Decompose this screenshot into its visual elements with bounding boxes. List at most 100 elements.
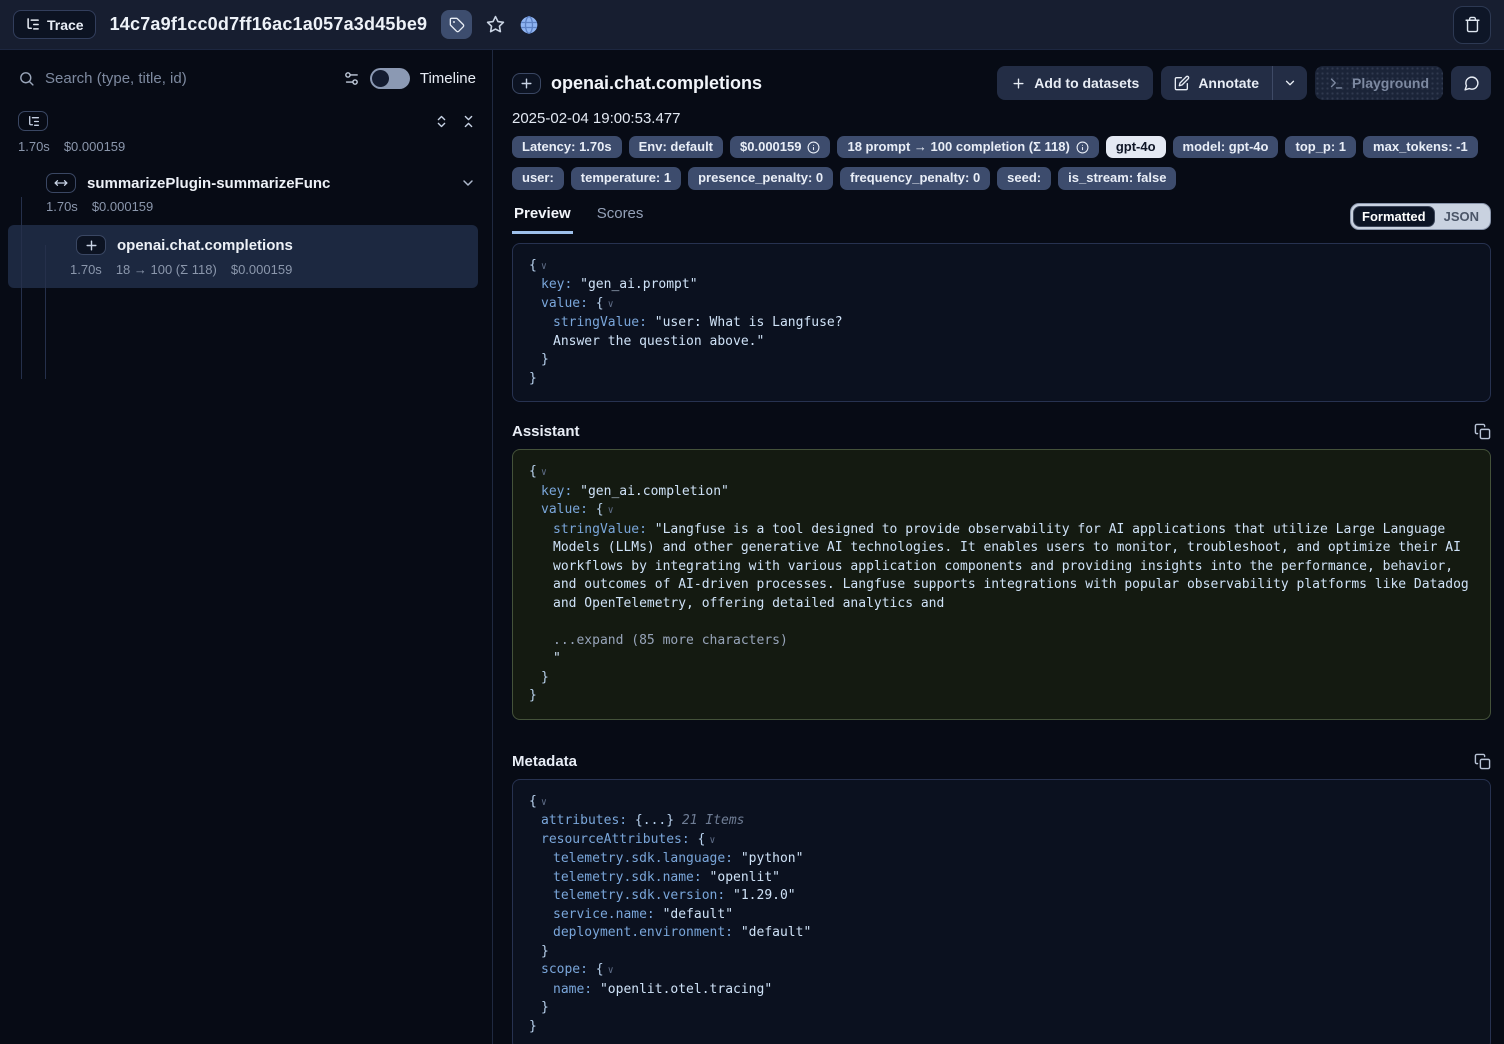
tags-button[interactable] [441,10,472,39]
code-token-str: "default" [663,907,733,922]
collapse-chevron-icon[interactable]: ∨ [541,467,547,478]
search-icon [18,70,35,87]
info-icon [807,141,820,154]
generation-icon [85,239,98,252]
code-token-punct: } [541,944,549,959]
copy-metadata-button[interactable] [1474,753,1491,770]
trace-tree-sidebar: Timeline 1.70s $0.000159 [0,50,493,1044]
code-token-str: "openlit" [710,870,780,885]
tab-preview[interactable]: Preview [512,205,573,234]
code-token-punct: { [596,962,604,977]
observation-timestamp: 2025-02-04 19:00:53.477 [512,110,1491,127]
tag-icon [449,17,465,33]
search-row: Timeline [0,50,492,99]
model-badge[interactable]: gpt-4o [1106,136,1166,158]
code-token-str: "user: What is Langfuse? [655,315,843,330]
code-token-key: service.name: [553,907,663,922]
model-params-row1: Latency: 1.70sEnv: default$0.00015918 pr… [512,136,1491,158]
code-token-key: telemetry.sdk.version: [553,888,733,903]
add-to-datasets-button[interactable]: Add to datasets [997,66,1153,100]
tree-settings-button[interactable] [343,70,360,87]
unfold-vertical-icon [434,114,449,129]
tree-node-generation-selected[interactable]: openai.chat.completions 1.70s 18 → 100 (… [8,225,478,288]
tree-guide-line [45,245,46,379]
plus-icon [1011,76,1026,91]
list-tree-icon [25,17,40,32]
topbar: Trace 14c7a9f1cc0d7ff16ac1a057a3d45be9 [0,0,1504,50]
copy-icon [1474,423,1491,440]
visibility-globe-button[interactable] [519,15,539,35]
span-collapse-chevron[interactable] [460,175,476,191]
param-badge: $0.000159 [730,136,830,158]
timeline-toggle[interactable] [370,68,410,89]
param-badge: 18 prompt → 100 completion (Σ 118) [837,136,1098,158]
trace-root-metrics: 1.70s $0.000159 [18,139,476,154]
collapse-chevron-icon[interactable]: ∨ [608,505,614,516]
code-token-punct: { [529,794,537,809]
trace-cost: $0.000159 [64,139,125,154]
collapse-all-button[interactable] [461,114,476,129]
code-token-meta: 21 Items [674,813,744,828]
code-token-punct: {...} [635,813,674,828]
param-badge: Env: default [629,136,723,158]
code-token-punct: { [529,464,537,479]
code-token-key: stringValue: [553,315,655,330]
span-cost: $0.000159 [92,199,153,214]
observation-header: openai.chat.completions Add to datasets … [512,66,1491,100]
generation-duration: 1.70s [70,262,102,277]
tree-node-span[interactable]: summarizePlugin-summarizeFunc [46,173,476,193]
code-token-key: deployment.environment: [553,925,741,940]
tree-root-row[interactable] [18,111,476,131]
bookmark-star-button[interactable] [486,15,505,34]
chevron-down-icon [1283,76,1297,90]
search-input[interactable] [45,70,333,87]
format-toggle-formatted[interactable]: Formatted [1353,206,1435,227]
expand-link[interactable]: ...expand (85 more characters) [553,633,788,648]
assistant-section-header: Assistant [512,423,1491,440]
terminal-icon [1329,76,1344,91]
globe-icon [519,15,539,35]
comments-button[interactable] [1451,66,1491,100]
delete-trace-button[interactable] [1453,6,1491,44]
annotate-button[interactable]: Annotate [1161,66,1272,100]
chevron-down-icon [460,175,476,191]
format-toggle-json[interactable]: JSON [1435,206,1488,227]
code-token-str: "openlit.otel.tracing" [600,982,772,997]
code-token-punct: } [541,670,549,685]
move-horizontal-icon [54,176,68,190]
collapse-chevron-icon[interactable]: ∨ [541,261,547,272]
tab-scores[interactable]: Scores [595,205,646,234]
code-token-str: "python" [741,851,804,866]
metadata-section-title: Metadata [512,753,577,770]
format-toggle: Formatted JSON [1350,203,1491,230]
metadata-section-header: Metadata [512,753,1491,770]
code-token-key: attributes: [541,813,635,828]
annotate-split-button: Annotate [1161,66,1307,100]
generation-cost: $0.000159 [231,262,292,277]
trace-badge-label: Trace [47,17,84,33]
copy-assistant-button[interactable] [1474,423,1491,440]
collapse-chevron-icon[interactable]: ∨ [541,797,547,808]
annotate-menu-button[interactable] [1272,66,1307,100]
code-token-punct: } [529,371,537,386]
generation-metrics: 1.70s 18 → 100 (Σ 118) $0.000159 [70,262,478,277]
generation-tokens: 18 → 100 (Σ 118) [116,262,217,277]
code-token-str: "gen_ai.prompt" [580,277,697,292]
code-token-key: telemetry.sdk.name: [553,870,710,885]
collapse-chevron-icon[interactable]: ∨ [608,299,614,310]
code-token-punct: } [529,1019,537,1034]
comment-bubble-icon [1463,75,1480,92]
code-token-key: resourceAttributes: [541,832,698,847]
generation-name: openai.chat.completions [117,237,293,254]
param-badge: model: gpt-4o [1173,136,1279,158]
expand-all-button[interactable] [434,114,449,129]
playground-button[interactable]: Playground [1315,66,1443,100]
param-badge: presence_penalty: 0 [688,167,833,189]
fold-vertical-icon [461,114,476,129]
collapse-chevron-icon[interactable]: ∨ [608,965,614,976]
trace-id: 14c7a9f1cc0d7ff16ac1a057a3d45be9 [110,14,428,35]
code-token-key: stringValue: [553,522,655,537]
trash-icon [1464,16,1481,33]
copy-icon [1474,753,1491,770]
collapse-chevron-icon[interactable]: ∨ [709,835,715,846]
